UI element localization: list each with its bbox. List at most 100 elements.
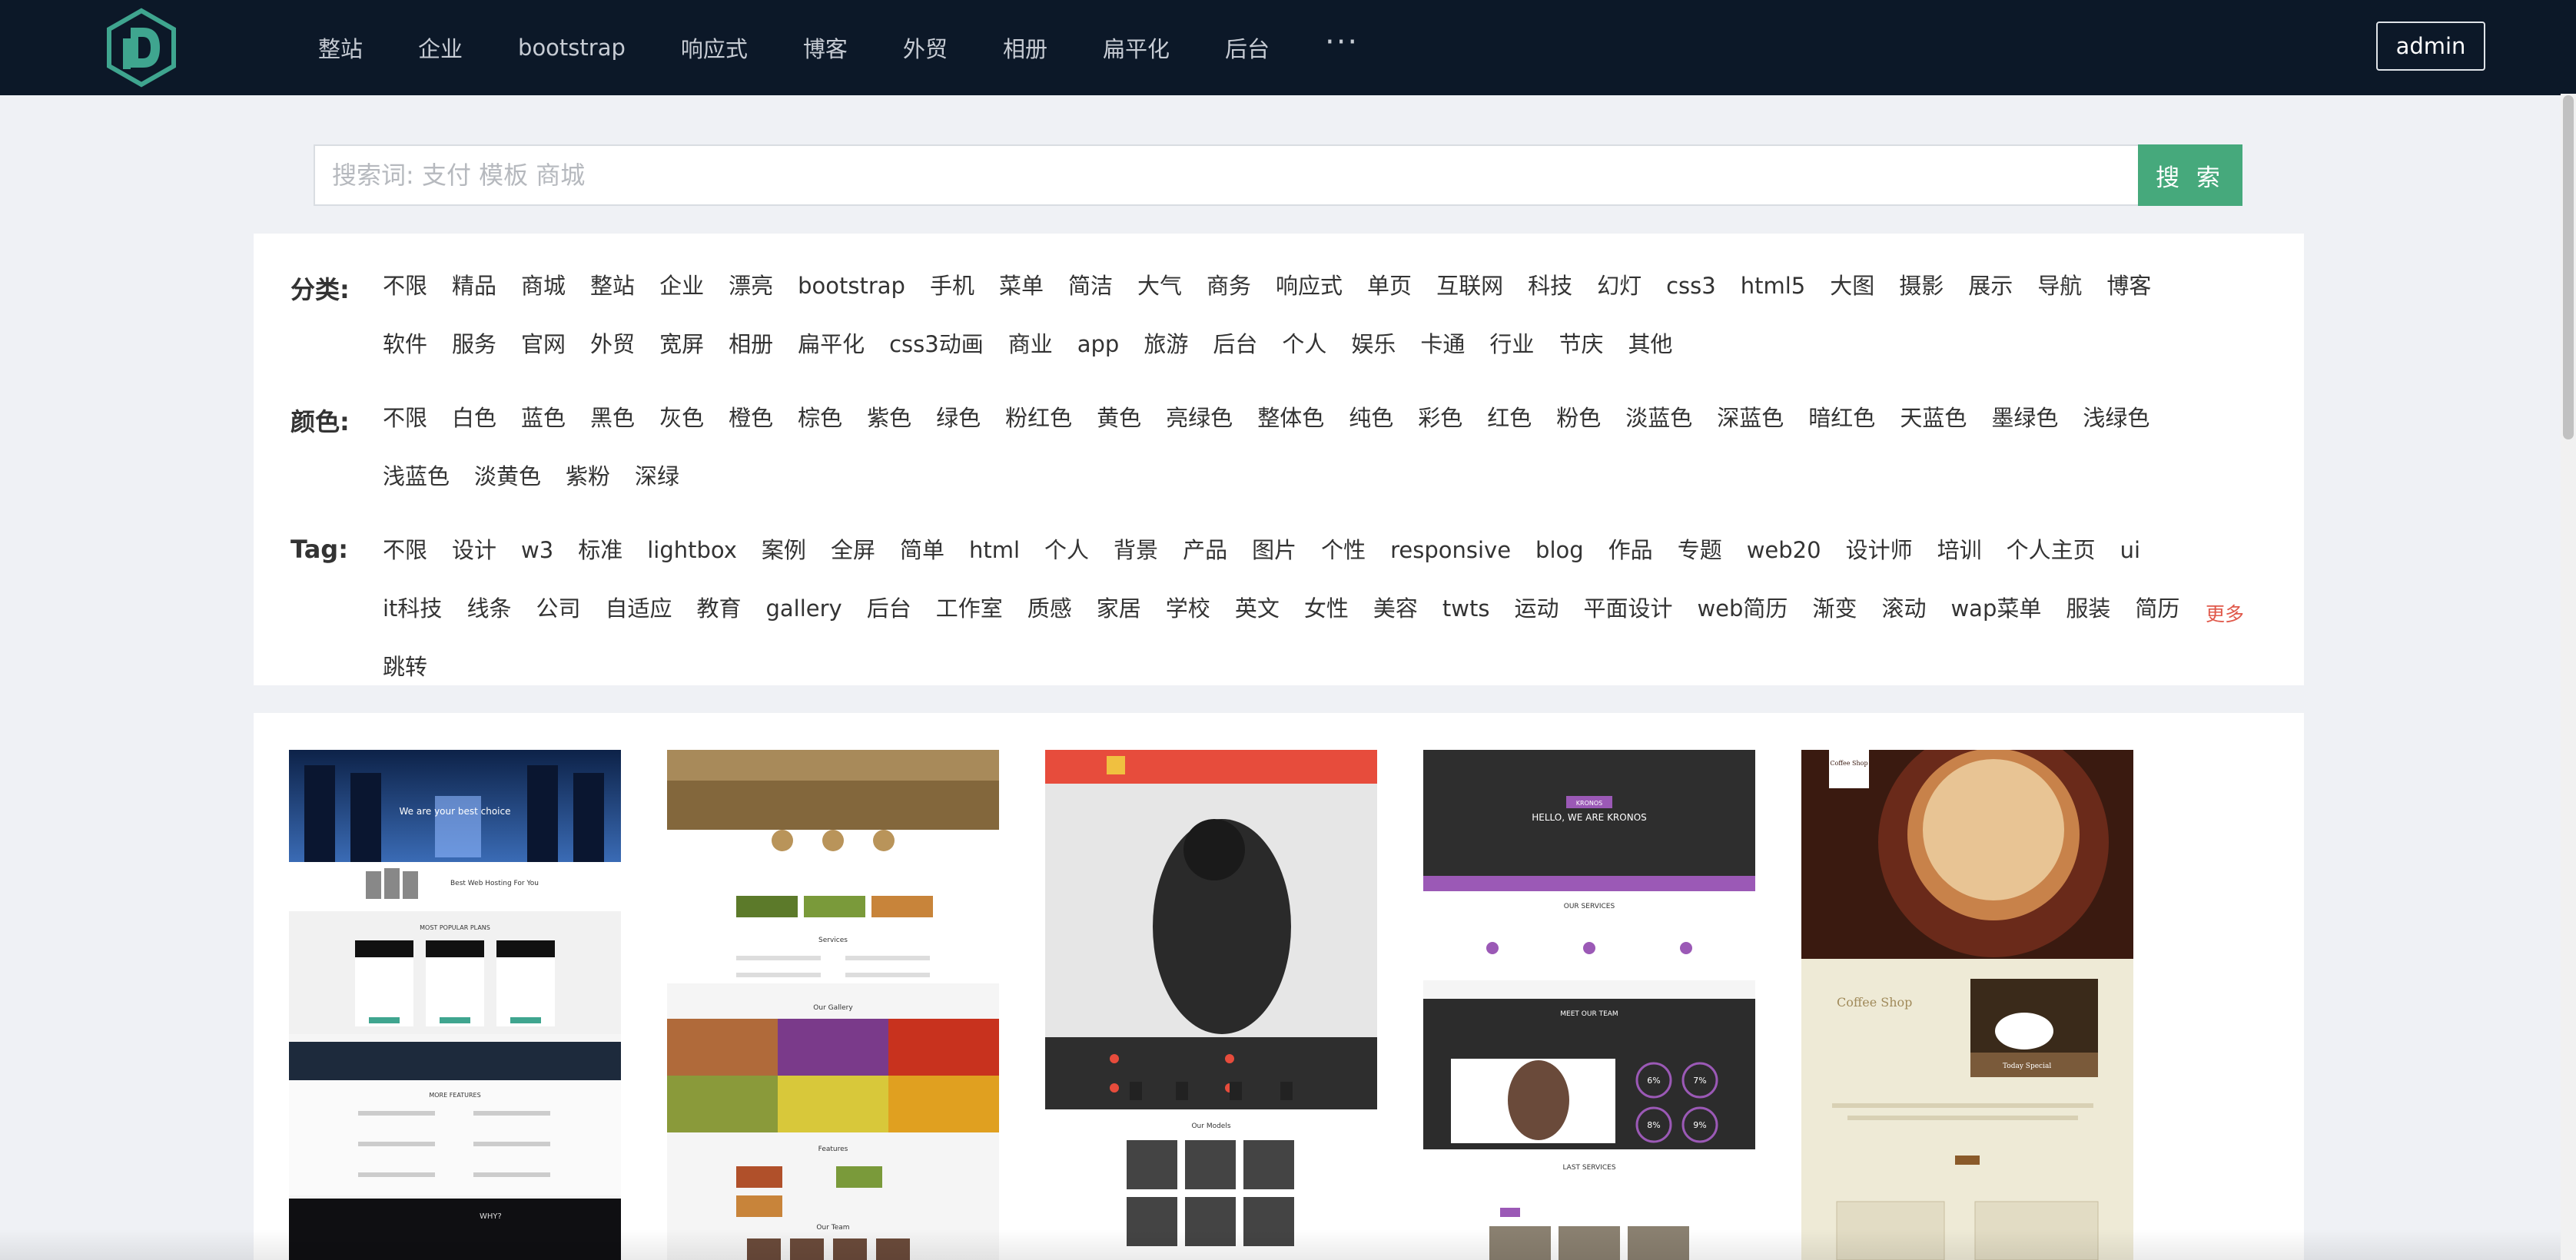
nav-item-bootstrap[interactable]: bootstrap [492, 35, 655, 61]
nav-item-flat[interactable]: 扁平化 [1077, 32, 1199, 64]
nav-item-album[interactable]: 相册 [977, 32, 1077, 64]
color-option[interactable]: 黑色 [590, 403, 635, 461]
tag-option[interactable]: 女性 [1304, 593, 1349, 652]
tag-option[interactable]: 教育 [696, 593, 741, 652]
tag-option[interactable]: 渐变 [1812, 593, 1857, 652]
color-option[interactable]: 淡蓝色 [1625, 403, 1692, 461]
color-option[interactable]: 浅绿色 [2083, 403, 2149, 461]
category-option[interactable]: 后台 [1213, 329, 1257, 387]
tag-option[interactable]: 线条 [466, 593, 511, 652]
tag-option[interactable]: 产品 [1183, 535, 1227, 593]
color-option[interactable]: 墨绿色 [1991, 403, 2058, 461]
tag-option[interactable]: 简历 [2135, 593, 2179, 652]
tag-option[interactable]: 学校 [1166, 593, 1210, 652]
tag-option[interactable]: 跳转 [383, 652, 427, 710]
color-option[interactable]: 浅蓝色 [383, 461, 450, 519]
tag-option[interactable]: 个人主页 [2007, 535, 2096, 593]
category-option[interactable]: 其他 [1628, 329, 1672, 387]
nav-item-qiye[interactable]: 企业 [392, 32, 492, 64]
tag-option[interactable]: 专题 [1678, 535, 1722, 593]
color-option[interactable]: 整体色 [1257, 403, 1324, 461]
category-option[interactable]: 不限 [383, 270, 427, 329]
admin-button[interactable]: admin [2376, 22, 2485, 71]
tag-option[interactable]: 运动 [1514, 593, 1559, 652]
color-option[interactable]: 暗红色 [1808, 403, 1875, 461]
tag-option[interactable]: twts [1442, 593, 1490, 652]
tag-option[interactable]: 平面设计 [1583, 593, 1672, 652]
category-option[interactable]: 科技 [1528, 270, 1572, 329]
nav-item-blog[interactable]: 博客 [777, 32, 877, 64]
tag-option[interactable]: 后台 [867, 593, 911, 652]
template-thumb-hosting[interactable]: We are your best choice Best Web Hosting… [289, 750, 621, 1260]
category-option[interactable]: 卡通 [1420, 329, 1465, 387]
color-option[interactable]: 亮绿色 [1166, 403, 1233, 461]
nav-item-zhengzhan[interactable]: 整站 [292, 32, 392, 64]
category-option[interactable]: 商业 [1008, 329, 1053, 387]
category-option[interactable]: 漂亮 [729, 270, 773, 329]
more-tags-link[interactable]: 更多 [2206, 599, 2244, 627]
color-option[interactable]: 蓝色 [521, 403, 566, 461]
category-option[interactable]: 商务 [1207, 270, 1251, 329]
color-option[interactable]: 粉红色 [1005, 403, 1072, 461]
color-option[interactable]: 淡黄色 [474, 461, 541, 519]
tag-option[interactable]: 公司 [536, 593, 580, 652]
tag-option[interactable]: web简历 [1697, 593, 1788, 652]
tag-option[interactable]: 背景 [1114, 535, 1158, 593]
template-thumb-kronos[interactable]: KRONOS HELLO, WE ARE KRONOS OUR SERVICES… [1423, 750, 1755, 1260]
color-option[interactable]: 紫粉 [566, 461, 610, 519]
tag-option[interactable]: 简单 [900, 535, 944, 593]
category-option[interactable]: 菜单 [999, 270, 1044, 329]
color-option[interactable]: 白色 [452, 403, 496, 461]
tag-option[interactable]: 案例 [762, 535, 806, 593]
color-option[interactable]: 粉色 [1556, 403, 1601, 461]
category-option[interactable]: 摄影 [1899, 270, 1944, 329]
nav-item-admin[interactable]: 后台 [1199, 32, 1299, 64]
color-option[interactable]: 紫色 [867, 403, 911, 461]
category-option[interactable]: 商城 [521, 270, 566, 329]
category-option[interactable]: 整站 [590, 270, 635, 329]
color-option[interactable]: 彩色 [1418, 403, 1462, 461]
tag-option[interactable]: 不限 [383, 535, 427, 593]
tag-option[interactable]: gallery [766, 593, 842, 652]
category-option[interactable]: 行业 [1489, 329, 1534, 387]
category-option[interactable]: 手机 [930, 270, 974, 329]
category-option[interactable]: 宽屏 [659, 329, 704, 387]
tag-option[interactable]: 标准 [578, 535, 622, 593]
category-option[interactable]: 展示 [1968, 270, 2013, 329]
tag-option[interactable]: 设计 [452, 535, 496, 593]
color-option[interactable]: 深蓝色 [1717, 403, 1784, 461]
category-option[interactable]: 相册 [729, 329, 773, 387]
tag-option[interactable]: blog [1535, 535, 1584, 593]
category-option[interactable]: 软件 [383, 329, 427, 387]
tag-option[interactable]: w3 [521, 535, 553, 593]
category-option[interactable]: 单页 [1367, 270, 1412, 329]
tag-option[interactable]: lightbox [647, 535, 737, 593]
color-option[interactable]: 橙色 [729, 403, 773, 461]
category-option[interactable]: 外贸 [590, 329, 635, 387]
category-option[interactable]: 响应式 [1276, 270, 1343, 329]
category-option[interactable]: 个人 [1282, 329, 1326, 387]
tag-option[interactable]: 设计师 [1846, 535, 1913, 593]
site-logo-icon[interactable] [105, 8, 178, 88]
tag-option[interactable]: html [969, 535, 1020, 593]
category-option[interactable]: 大图 [1830, 270, 1874, 329]
template-thumb-portrait[interactable]: Our Models [1045, 750, 1377, 1260]
tag-option[interactable]: 个人 [1044, 535, 1089, 593]
tag-option[interactable]: wap菜单 [1950, 593, 2041, 652]
category-option[interactable]: 节庆 [1559, 329, 1603, 387]
color-option[interactable]: 纯色 [1349, 403, 1393, 461]
category-option[interactable]: 简洁 [1068, 270, 1113, 329]
color-option[interactable]: 天蓝色 [1900, 403, 1967, 461]
tag-option[interactable]: 家居 [1097, 593, 1141, 652]
category-option[interactable]: app [1077, 329, 1120, 387]
tag-option[interactable]: ui [2120, 535, 2140, 593]
category-option[interactable]: bootstrap [798, 270, 905, 329]
category-option[interactable]: 官网 [521, 329, 566, 387]
tag-option[interactable]: 图片 [1252, 535, 1296, 593]
tag-option[interactable]: 英文 [1235, 593, 1280, 652]
nav-item-responsive[interactable]: 响应式 [655, 32, 777, 64]
category-option[interactable]: css3动画 [889, 329, 984, 387]
color-option[interactable]: 绿色 [936, 403, 981, 461]
color-option[interactable]: 红色 [1487, 403, 1532, 461]
category-option[interactable]: 娱乐 [1351, 329, 1396, 387]
